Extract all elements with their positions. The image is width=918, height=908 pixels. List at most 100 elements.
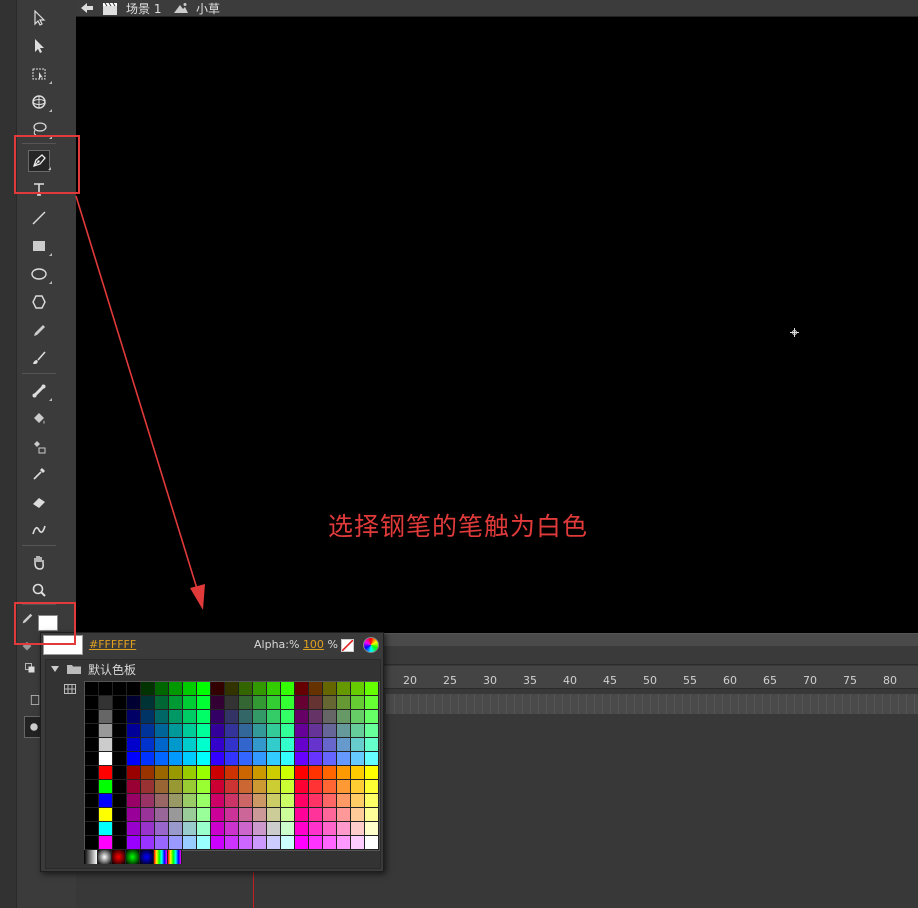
- color-swatch[interactable]: [351, 822, 365, 836]
- color-swatch[interactable]: [323, 822, 337, 836]
- color-swatch[interactable]: [267, 808, 281, 822]
- color-swatch[interactable]: [113, 710, 127, 724]
- color-swatch[interactable]: [239, 738, 253, 752]
- rectangle-tool[interactable]: [28, 235, 52, 257]
- color-swatch[interactable]: [127, 794, 141, 808]
- color-swatch[interactable]: [253, 780, 267, 794]
- eyedropper-tool[interactable]: [28, 463, 50, 485]
- color-swatch[interactable]: [267, 836, 281, 850]
- color-swatch[interactable]: [309, 710, 323, 724]
- color-swatch[interactable]: [141, 710, 155, 724]
- color-swatch[interactable]: [127, 808, 141, 822]
- color-swatch[interactable]: [253, 808, 267, 822]
- color-swatch[interactable]: [127, 752, 141, 766]
- color-swatch[interactable]: [155, 794, 169, 808]
- brush-tool[interactable]: [28, 347, 50, 369]
- color-swatch[interactable]: [225, 822, 239, 836]
- color-swatch[interactable]: [365, 752, 379, 766]
- color-swatch[interactable]: [113, 794, 127, 808]
- color-swatch[interactable]: [281, 696, 295, 710]
- color-swatch[interactable]: [211, 724, 225, 738]
- pencil-tool[interactable]: [28, 320, 50, 342]
- scene-breadcrumb[interactable]: 场景 1: [126, 0, 166, 16]
- color-swatch[interactable]: [351, 710, 365, 724]
- color-swatch[interactable]: [267, 766, 281, 780]
- symbol-breadcrumb[interactable]: 小草: [196, 0, 220, 16]
- width-tool[interactable]: [28, 519, 50, 541]
- color-swatch[interactable]: [309, 752, 323, 766]
- color-swatch[interactable]: [323, 752, 337, 766]
- color-swatch[interactable]: [337, 752, 351, 766]
- oval-tool[interactable]: [28, 263, 52, 285]
- color-swatch[interactable]: [225, 808, 239, 822]
- gradient-swatch[interactable]: [126, 850, 140, 864]
- color-swatch[interactable]: [197, 724, 211, 738]
- color-swatch[interactable]: [351, 808, 365, 822]
- color-swatch[interactable]: [351, 766, 365, 780]
- color-swatch[interactable]: [337, 696, 351, 710]
- color-swatch[interactable]: [337, 766, 351, 780]
- swatch-folder-row[interactable]: 默认色板: [46, 660, 380, 678]
- color-swatch[interactable]: [309, 696, 323, 710]
- color-swatch[interactable]: [183, 808, 197, 822]
- color-swatch[interactable]: [351, 780, 365, 794]
- color-swatch[interactable]: [365, 808, 379, 822]
- color-swatch[interactable]: [99, 724, 113, 738]
- color-swatch[interactable]: [183, 836, 197, 850]
- 3d-rotation-tool[interactable]: [28, 91, 52, 113]
- color-swatch[interactable]: [99, 780, 113, 794]
- color-swatch[interactable]: [141, 780, 155, 794]
- color-swatch[interactable]: [309, 808, 323, 822]
- color-swatch[interactable]: [253, 724, 267, 738]
- color-swatch[interactable]: [239, 822, 253, 836]
- color-swatch[interactable]: [225, 682, 239, 696]
- color-swatch[interactable]: [141, 682, 155, 696]
- color-swatch[interactable]: [99, 682, 113, 696]
- color-swatch[interactable]: [225, 696, 239, 710]
- color-swatch[interactable]: [281, 724, 295, 738]
- color-swatch[interactable]: [225, 766, 239, 780]
- color-swatch[interactable]: [183, 766, 197, 780]
- no-color-button[interactable]: [341, 639, 354, 652]
- color-swatch[interactable]: [99, 738, 113, 752]
- color-swatch[interactable]: [253, 752, 267, 766]
- color-swatch[interactable]: [365, 822, 379, 836]
- back-button[interactable]: [76, 0, 98, 16]
- color-swatch[interactable]: [169, 766, 183, 780]
- color-swatch[interactable]: [113, 766, 127, 780]
- color-swatch[interactable]: [351, 682, 365, 696]
- color-swatch[interactable]: [99, 766, 113, 780]
- color-swatch[interactable]: [169, 836, 183, 850]
- color-swatch[interactable]: [141, 836, 155, 850]
- color-swatch[interactable]: [113, 836, 127, 850]
- swap-colors-button[interactable]: [22, 660, 38, 676]
- color-swatch[interactable]: [351, 836, 365, 850]
- color-swatch[interactable]: [225, 794, 239, 808]
- color-swatch[interactable]: [281, 738, 295, 752]
- color-swatch[interactable]: [239, 794, 253, 808]
- free-transform-tool[interactable]: [28, 63, 52, 85]
- color-swatch[interactable]: [155, 682, 169, 696]
- bone-tool[interactable]: [28, 380, 52, 402]
- color-swatch[interactable]: [197, 682, 211, 696]
- color-swatch[interactable]: [239, 808, 253, 822]
- color-swatch[interactable]: [365, 780, 379, 794]
- color-swatch[interactable]: [169, 780, 183, 794]
- color-swatch[interactable]: [309, 794, 323, 808]
- color-swatch[interactable]: [169, 682, 183, 696]
- color-swatch[interactable]: [323, 766, 337, 780]
- color-swatch[interactable]: [225, 710, 239, 724]
- alpha-value-field[interactable]: 100: [303, 638, 324, 651]
- color-swatch[interactable]: [267, 738, 281, 752]
- color-swatch[interactable]: [281, 710, 295, 724]
- color-swatch[interactable]: [323, 808, 337, 822]
- color-swatch[interactable]: [141, 738, 155, 752]
- color-swatch[interactable]: [323, 710, 337, 724]
- color-swatch[interactable]: [351, 696, 365, 710]
- color-swatch[interactable]: [253, 682, 267, 696]
- color-swatch[interactable]: [295, 710, 309, 724]
- color-swatch[interactable]: [365, 696, 379, 710]
- color-swatch[interactable]: [197, 822, 211, 836]
- color-swatch[interactable]: [295, 808, 309, 822]
- color-swatch[interactable]: [365, 794, 379, 808]
